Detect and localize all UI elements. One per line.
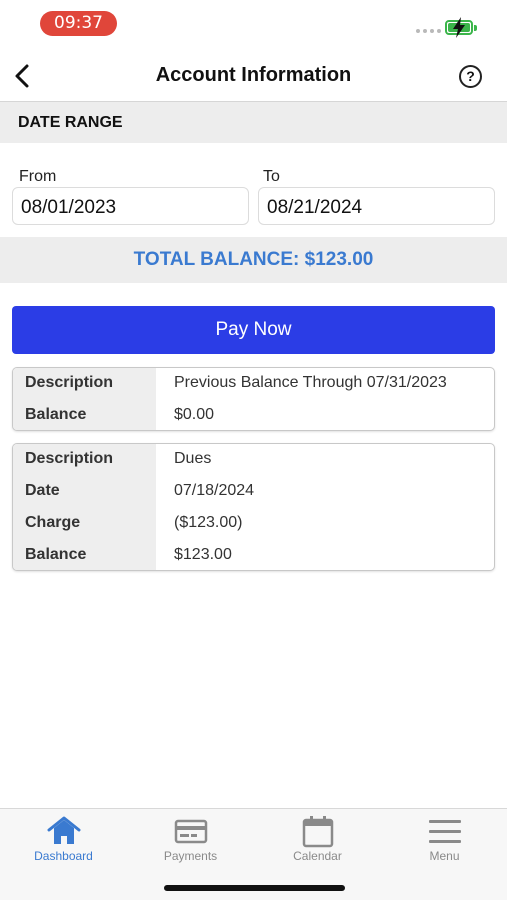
help-icon[interactable]: ? xyxy=(459,65,482,88)
date-range-header-label: DATE RANGE xyxy=(18,114,123,131)
tab-label: Menu xyxy=(429,849,460,863)
home-indicator xyxy=(164,885,345,891)
calendar-icon xyxy=(302,816,334,848)
charging-bolt-icon xyxy=(453,17,465,38)
record-label: Date xyxy=(25,482,60,499)
transaction-card: Description Previous Balance Through 07/… xyxy=(12,367,495,431)
to-label: To xyxy=(263,168,280,185)
from-date-field[interactable]: 08/01/2023 xyxy=(12,187,249,225)
tab-label: Payments xyxy=(163,849,218,863)
tab-dashboard[interactable]: Dashboard xyxy=(0,809,127,869)
record-label: Charge xyxy=(25,514,81,531)
tab-label: Calendar xyxy=(293,849,342,863)
tab-menu[interactable]: Menu xyxy=(381,809,507,869)
record-row: Balance $0.00 xyxy=(13,400,494,430)
nav-bar: Account Information ? xyxy=(0,50,507,102)
transaction-card: Description Dues Date 07/18/2024 Charge … xyxy=(12,443,495,571)
record-row: Charge ($123.00) xyxy=(13,508,494,540)
signal-dots-icon xyxy=(416,29,441,33)
total-balance-text: TOTAL BALANCE: $123.00 xyxy=(133,249,374,270)
record-value: $0.00 xyxy=(174,406,215,423)
tab-payments[interactable]: Payments xyxy=(127,809,254,869)
home-icon xyxy=(47,816,81,844)
record-value: $123.00 xyxy=(174,546,232,563)
record-label: Balance xyxy=(25,546,87,563)
record-row: Date 07/18/2024 xyxy=(13,476,494,508)
record-row: Description Previous Balance Through 07/… xyxy=(13,368,494,400)
record-row: Description Dues xyxy=(13,444,494,476)
record-value: Dues xyxy=(174,450,212,467)
total-balance-bar: TOTAL BALANCE: $123.00 xyxy=(0,237,507,283)
page-title: Account Information xyxy=(155,64,352,86)
tab-calendar[interactable]: Calendar xyxy=(254,809,381,869)
record-value: 07/18/2024 xyxy=(174,482,255,499)
record-label: Balance xyxy=(25,406,87,423)
credit-card-icon xyxy=(174,819,208,844)
status-time: 09:37 xyxy=(40,11,117,36)
record-row: Balance $123.00 xyxy=(13,540,494,570)
to-date-field[interactable]: 08/21/2024 xyxy=(258,187,495,225)
hamburger-menu-icon xyxy=(429,820,461,843)
battery-cap xyxy=(474,25,477,31)
tab-label: Dashboard xyxy=(34,849,93,863)
record-value: Previous Balance Through 07/31/2023 xyxy=(174,374,447,391)
status-bar: 09:37 xyxy=(0,0,507,50)
record-value: ($123.00) xyxy=(174,514,243,531)
pay-now-button[interactable]: Pay Now xyxy=(12,306,495,354)
date-range-header: DATE RANGE xyxy=(0,102,507,143)
record-label: Description xyxy=(25,374,114,391)
record-label: Description xyxy=(25,450,114,467)
from-label: From xyxy=(19,168,57,185)
